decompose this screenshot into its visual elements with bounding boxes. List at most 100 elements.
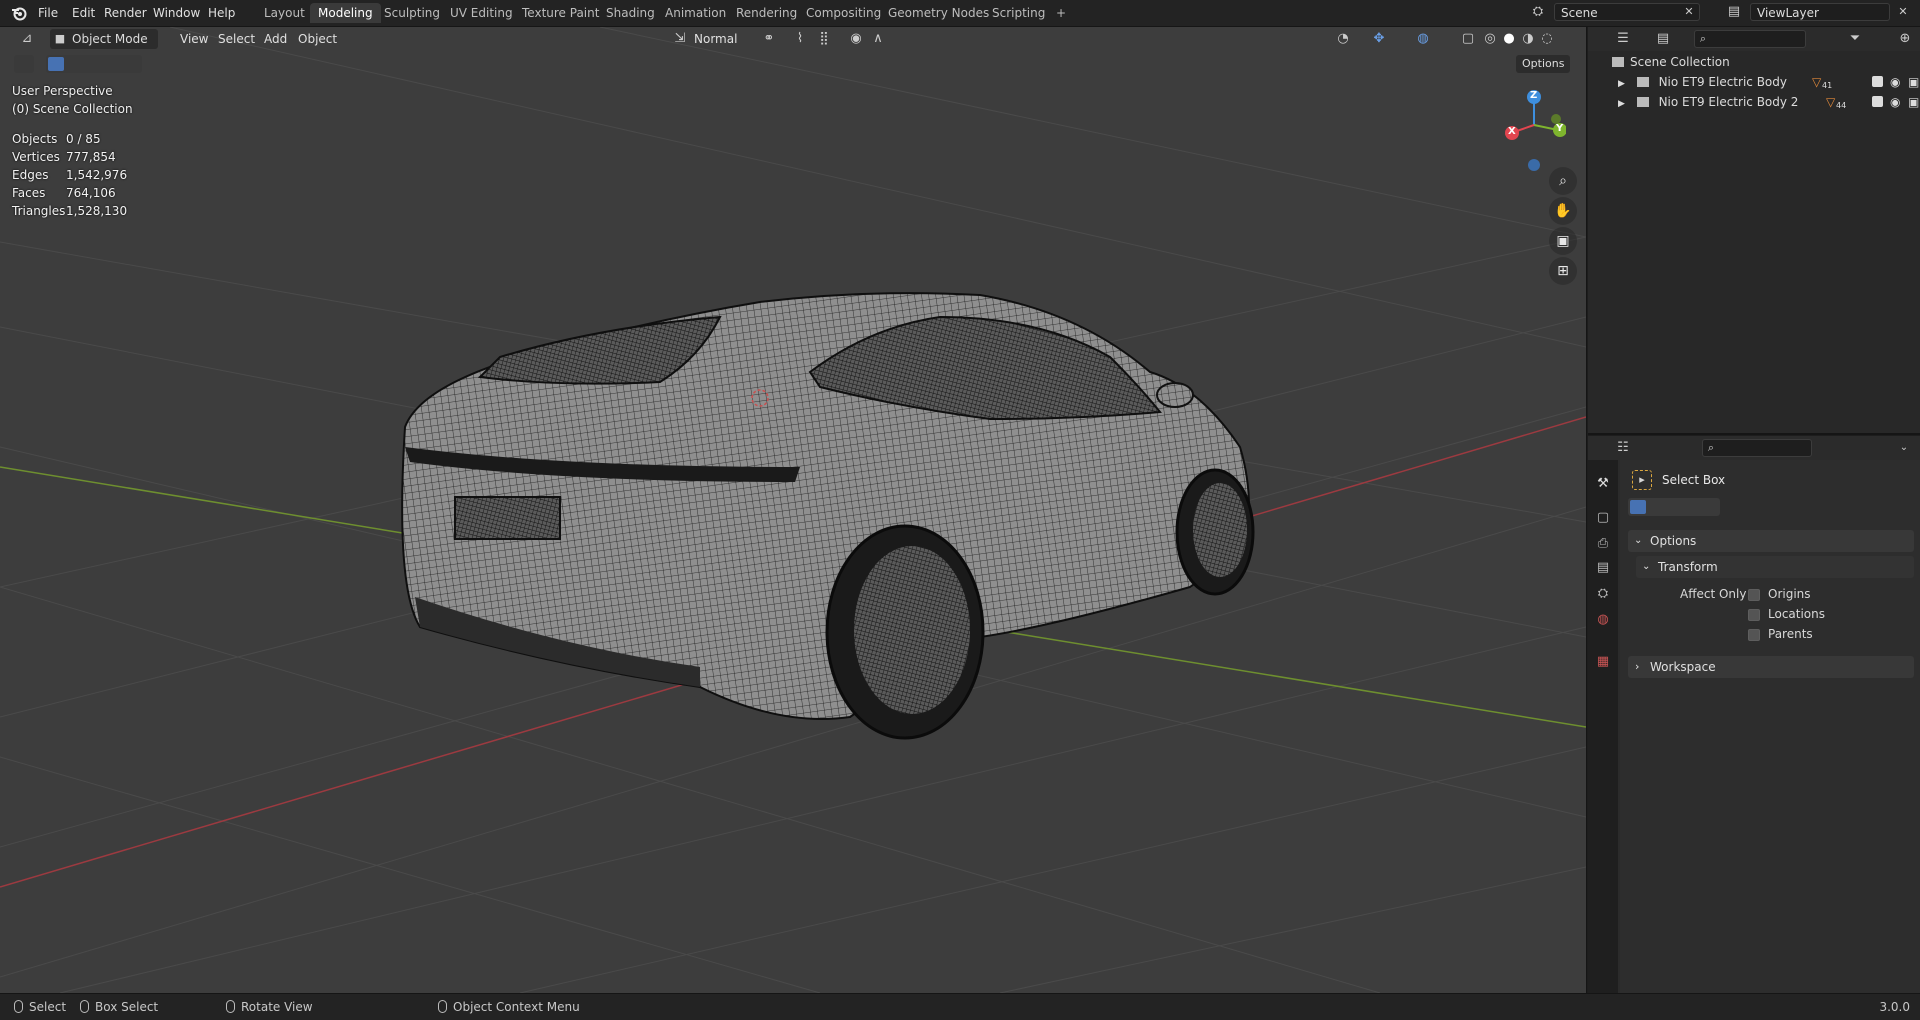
snap-icon[interactable]: ⌇ [790,29,810,49]
tool-tab-icon[interactable]: ⚒ [1593,474,1613,494]
filter-icon[interactable]: ⏷ [1844,29,1866,49]
tab-texture-paint[interactable]: Texture Paint [514,3,607,23]
close-scene-icon[interactable]: ✕ [1680,2,1698,22]
select-new-icon[interactable] [48,57,64,71]
eye-icon[interactable]: ◉ [1890,93,1900,111]
world-tab-icon[interactable]: ◍ [1593,610,1613,630]
options-button[interactable]: Options [1516,55,1571,73]
new-collection-icon[interactable]: ⊕ [1894,29,1916,49]
exclude-checkbox[interactable] [1872,76,1883,87]
zoom-icon[interactable]: ⌕ [1549,167,1577,195]
properties-search-input[interactable] [1702,439,1812,457]
outliner-editor-icon[interactable]: ☰ [1610,29,1636,49]
properties-tabs: ⚒ ▢ ⎙ ▤ ⛭ ◍ ▦ [1588,460,1618,993]
wireframe-shading-icon[interactable]: ◎ [1480,29,1500,49]
expand-arrow-icon[interactable]: ▶ [1618,79,1625,89]
vp-menu-select[interactable]: Select [212,31,261,47]
rendered-shading-icon[interactable]: ◌ [1537,29,1557,49]
transform-panel-header[interactable]: ⌄ Transform [1636,556,1914,578]
view-layer-icon[interactable]: ▤ [1722,2,1746,22]
parents-checkbox[interactable] [1748,629,1760,641]
close-view-layer-icon[interactable]: ✕ [1894,2,1912,22]
render-camera-icon[interactable]: ▣ [1908,93,1919,111]
exclude-checkbox[interactable] [1872,96,1883,107]
scene-collection-row[interactable]: Scene Collection [1612,53,1730,71]
visibility-icon[interactable]: ◔ [1330,29,1356,49]
mouse-right-icon [438,1000,447,1013]
hand-pan-icon[interactable]: ✋ [1549,197,1577,225]
view-layer-tab-icon[interactable]: ▤ [1593,558,1613,578]
tab-uv-editing[interactable]: UV Editing [442,3,521,23]
render-camera-icon[interactable]: ▣ [1908,73,1919,91]
outliner-item[interactable]: ▶ Nio ET9 Electric Body 2 ▽ 44 ◉ ▣ [1618,93,1919,111]
solid-shading-icon[interactable]: ● [1499,29,1519,49]
mouse-left-icon [14,1000,23,1013]
add-workspace-button[interactable]: + [1048,3,1074,23]
collection-icon [1636,97,1649,107]
camera-icon[interactable]: ▣ [1549,227,1577,255]
menu-file[interactable]: File [32,5,64,21]
xray-icon[interactable]: ▢ [1458,29,1478,49]
view-layer-field[interactable]: ViewLayer [1750,3,1890,21]
scene-tab-icon[interactable]: ⛭ [1593,584,1613,604]
material-shading-icon[interactable]: ◑ [1518,29,1538,49]
tab-layout[interactable]: Layout [256,3,313,23]
menu-edit[interactable]: Edit [66,5,101,21]
options-panel-header[interactable]: ⌄ Options [1628,530,1914,552]
menu-window[interactable]: Window [147,5,206,21]
grid-ortho-icon[interactable]: ⊞ [1549,257,1577,285]
stat-faces: Faces 764,106 [12,186,116,200]
tab-scripting[interactable]: Scripting [984,3,1053,23]
search-icon: ⌕ [1707,441,1715,454]
menu-render[interactable]: Render [98,5,153,21]
tab-animation[interactable]: Animation [657,3,734,23]
render-tab-icon[interactable]: ▢ [1593,508,1613,528]
menu-help[interactable]: Help [202,5,241,21]
scene-name-field[interactable]: Scene [1554,3,1700,21]
transform-orientation-select[interactable]: Normal [688,31,743,47]
falloff-icon[interactable]: ∧ [868,29,888,49]
display-mode-icon[interactable]: ▤ [1650,29,1676,49]
proportional-edit-icon[interactable]: ◉ [846,29,866,49]
pivot-icon[interactable]: ⚭ [756,29,782,49]
blender-logo-icon[interactable] [10,4,28,22]
outliner-search-input[interactable] [1694,30,1806,48]
select-new-icon[interactable] [1630,500,1646,514]
outliner-item[interactable]: ▶ Nio ET9 Electric Body ▽ 41 ◉ ▣ [1618,73,1919,91]
tab-rendering[interactable]: Rendering [728,3,805,23]
snap-target-icon[interactable]: ⣿ [812,29,836,49]
origins-checkbox[interactable] [1748,589,1760,601]
mesh-count-badge: 44 [1836,101,1847,110]
overlay-toggle-icon[interactable]: ◍ [1412,29,1434,49]
vp-menu-view[interactable]: View [174,31,214,47]
expand-arrow-icon[interactable]: ▶ [1618,99,1625,109]
tab-shading[interactable]: Shading [598,3,663,23]
tab-geometry-nodes[interactable]: Geometry Nodes [880,3,997,23]
vp-menu-object[interactable]: Object [292,31,343,47]
vp-menu-add[interactable]: Add [258,31,293,47]
active-tool-icon[interactable] [14,55,34,73]
tab-sculpting[interactable]: Sculpting [376,3,448,23]
properties-editor-icon[interactable]: ☷ [1610,438,1636,458]
tool-name-label: Select Box [1662,473,1726,487]
editor-type-icon[interactable]: ⊿ [14,29,40,49]
stat-edges: Edges 1,542,976 [12,168,128,182]
locations-label: Locations [1768,607,1826,621]
chevron-down-icon: ⌄ [1634,535,1643,546]
status-rotate-view: Rotate View [226,1000,313,1014]
gizmo-toggle-icon[interactable]: ✥ [1366,29,1392,49]
workspace-panel-header[interactable]: › Workspace [1628,656,1914,678]
eye-icon[interactable]: ◉ [1890,73,1900,91]
gizmo-y-label: Y [1556,123,1564,134]
viewport-canvas [0,27,1586,993]
chevron-down-icon[interactable]: ⌄ [1894,438,1914,458]
3d-viewport[interactable]: User Perspective (0) Scene Collection Ob… [0,27,1587,993]
parents-label: Parents [1768,627,1813,641]
texture-tab-icon[interactable]: ▦ [1593,652,1613,672]
scene-icon[interactable]: ⛭ [1526,2,1550,22]
tab-compositing[interactable]: Compositing [798,3,889,23]
outliner: ☰ ▤ ⌕ ⏷ ⊕ Scene Collection ▶ Nio ET9 Ele… [1588,27,1920,435]
output-tab-icon[interactable]: ⎙ [1593,534,1613,554]
locations-checkbox[interactable] [1748,609,1760,621]
tab-modeling[interactable]: Modeling [310,3,381,23]
